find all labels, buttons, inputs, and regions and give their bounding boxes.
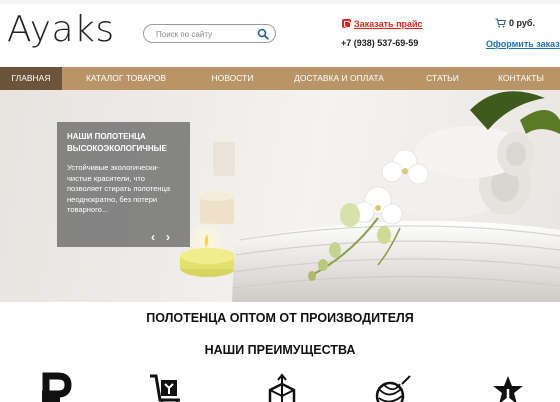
- page-title: ПОЛОТЕНЦА ОПТОМ ОТ ПРОИЗВОДИТЕЛЯ: [146, 311, 414, 325]
- cart-icon: [495, 18, 506, 28]
- slide-caption[interactable]: НАШИ ПОЛОТЕНЦА ВЫСОКОЭКОЛОГИЧНЫЕ Устойчи…: [57, 122, 190, 247]
- nav-item-home[interactable]: ГЛАВНАЯ: [0, 67, 62, 90]
- nav-item-delivery[interactable]: ДОСТАВКА И ОПЛАТА: [275, 67, 403, 90]
- order-price-link[interactable]: Заказать прайс: [342, 19, 423, 29]
- checkout-link[interactable]: Оформить заказ: [486, 39, 560, 49]
- yarn-icon: [375, 375, 411, 402]
- slider-next-button[interactable]: ›: [166, 230, 170, 244]
- slider-prev-button[interactable]: ‹: [151, 230, 155, 244]
- nav-item-news[interactable]: НОВОСТИ: [190, 67, 275, 90]
- hero-slider: НАШИ ПОЛОТЕНЦА ВЫСОКОЭКОЛОГИЧНЫЕ Устойчи…: [0, 90, 560, 302]
- order-price-label: Заказать прайс: [354, 19, 423, 29]
- cart-total: 0 руб.: [509, 18, 535, 28]
- phone-number[interactable]: +7 (938) 537-69-59: [341, 38, 418, 48]
- main-nav: ГЛАВНАЯ КАТАЛОГ ТОВАРОВ НОВОСТИ ДОСТАВКА…: [0, 67, 560, 90]
- nav-item-contacts[interactable]: КОНТАКТЫ: [482, 67, 560, 90]
- search-box[interactable]: [143, 24, 276, 43]
- advantages-title: НАШИ ПРЕИМУЩЕСТВА: [204, 343, 356, 357]
- site-logo[interactable]: Ayaks: [7, 8, 115, 52]
- slide-text: Устойчивые экологически-чистые красители…: [67, 163, 171, 214]
- phone-icon: [342, 19, 351, 28]
- search-icon[interactable]: [257, 28, 269, 40]
- cart-summary[interactable]: 0 руб.: [495, 18, 535, 28]
- nav-item-catalog[interactable]: КАТАЛОГ ТОВАРОВ: [62, 67, 190, 90]
- nav-item-articles[interactable]: СТАТЬИ: [403, 67, 482, 90]
- star-icon: [493, 376, 523, 402]
- search-input[interactable]: [156, 27, 256, 41]
- delivery-cart-icon: [150, 374, 180, 402]
- top-strip: [0, 0, 560, 4]
- box-icon: [268, 373, 296, 402]
- slide-title: НАШИ ПОЛОТЕНЦА ВЫСОКОЭКОЛОГИЧНЫЕ: [67, 132, 167, 153]
- ruble-icon: [42, 372, 72, 402]
